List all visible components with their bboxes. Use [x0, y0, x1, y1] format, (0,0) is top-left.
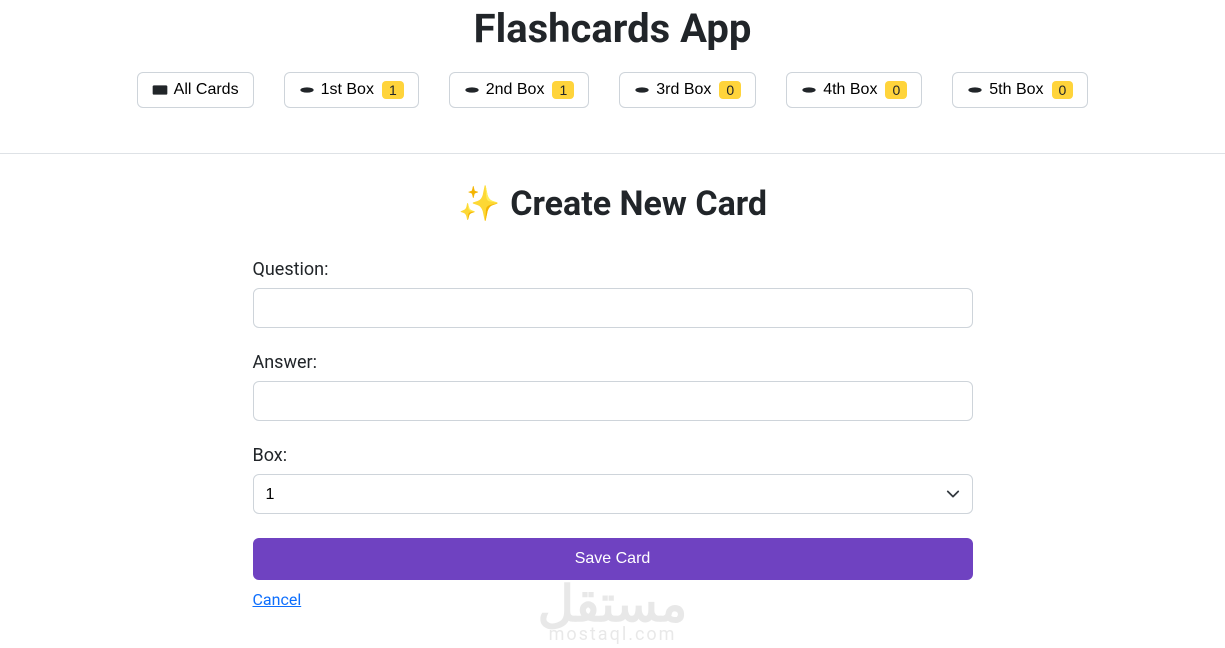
sparkle-icon: ✨: [458, 187, 500, 221]
count-badge: 0: [1052, 81, 1074, 99]
nav-label: 3rd Box: [656, 81, 711, 99]
nav-box-5[interactable]: 5th Box 0: [952, 72, 1088, 108]
inbox-icon: [464, 84, 480, 96]
nav-box-1[interactable]: 1st Box 1: [284, 72, 419, 108]
box-label: Box:: [253, 445, 973, 466]
nav-label: 1st Box: [321, 81, 374, 99]
app-title: Flashcards App: [0, 5, 1225, 52]
inbox-icon: [634, 84, 650, 96]
create-card-form: ✨ Create New Card Question: Answer: Box:…: [253, 154, 973, 609]
nav-all-cards[interactable]: All Cards: [137, 72, 254, 108]
inbox-icon: [299, 84, 315, 96]
answer-input[interactable]: [253, 381, 973, 421]
nav-button-row: All Cards 1st Box 1 2nd Box 1 3rd Box 0: [0, 72, 1225, 108]
nav-label: All Cards: [174, 81, 239, 99]
box-select[interactable]: 1: [253, 474, 973, 514]
save-button[interactable]: Save Card: [253, 538, 973, 580]
question-label: Question:: [253, 259, 973, 280]
form-title: ✨ Create New Card: [253, 184, 973, 224]
form-title-text: Create New Card: [510, 184, 767, 224]
nav-label: 4th Box: [823, 81, 877, 99]
count-badge: 0: [719, 81, 741, 99]
nav-label: 2nd Box: [486, 81, 545, 99]
question-input[interactable]: [253, 288, 973, 328]
watermark-url: mostaql.com: [538, 624, 688, 645]
cancel-link[interactable]: Cancel: [253, 590, 302, 609]
inbox-icon: [801, 84, 817, 96]
count-badge: 1: [552, 81, 574, 99]
count-badge: 1: [382, 81, 404, 99]
nav-box-3[interactable]: 3rd Box 0: [619, 72, 756, 108]
nav-box-4[interactable]: 4th Box 0: [786, 72, 922, 108]
nav-label: 5th Box: [989, 81, 1043, 99]
layers-icon: [152, 84, 168, 96]
nav-box-2[interactable]: 2nd Box 1: [449, 72, 590, 108]
answer-label: Answer:: [253, 352, 973, 373]
count-badge: 0: [885, 81, 907, 99]
inbox-icon: [967, 84, 983, 96]
